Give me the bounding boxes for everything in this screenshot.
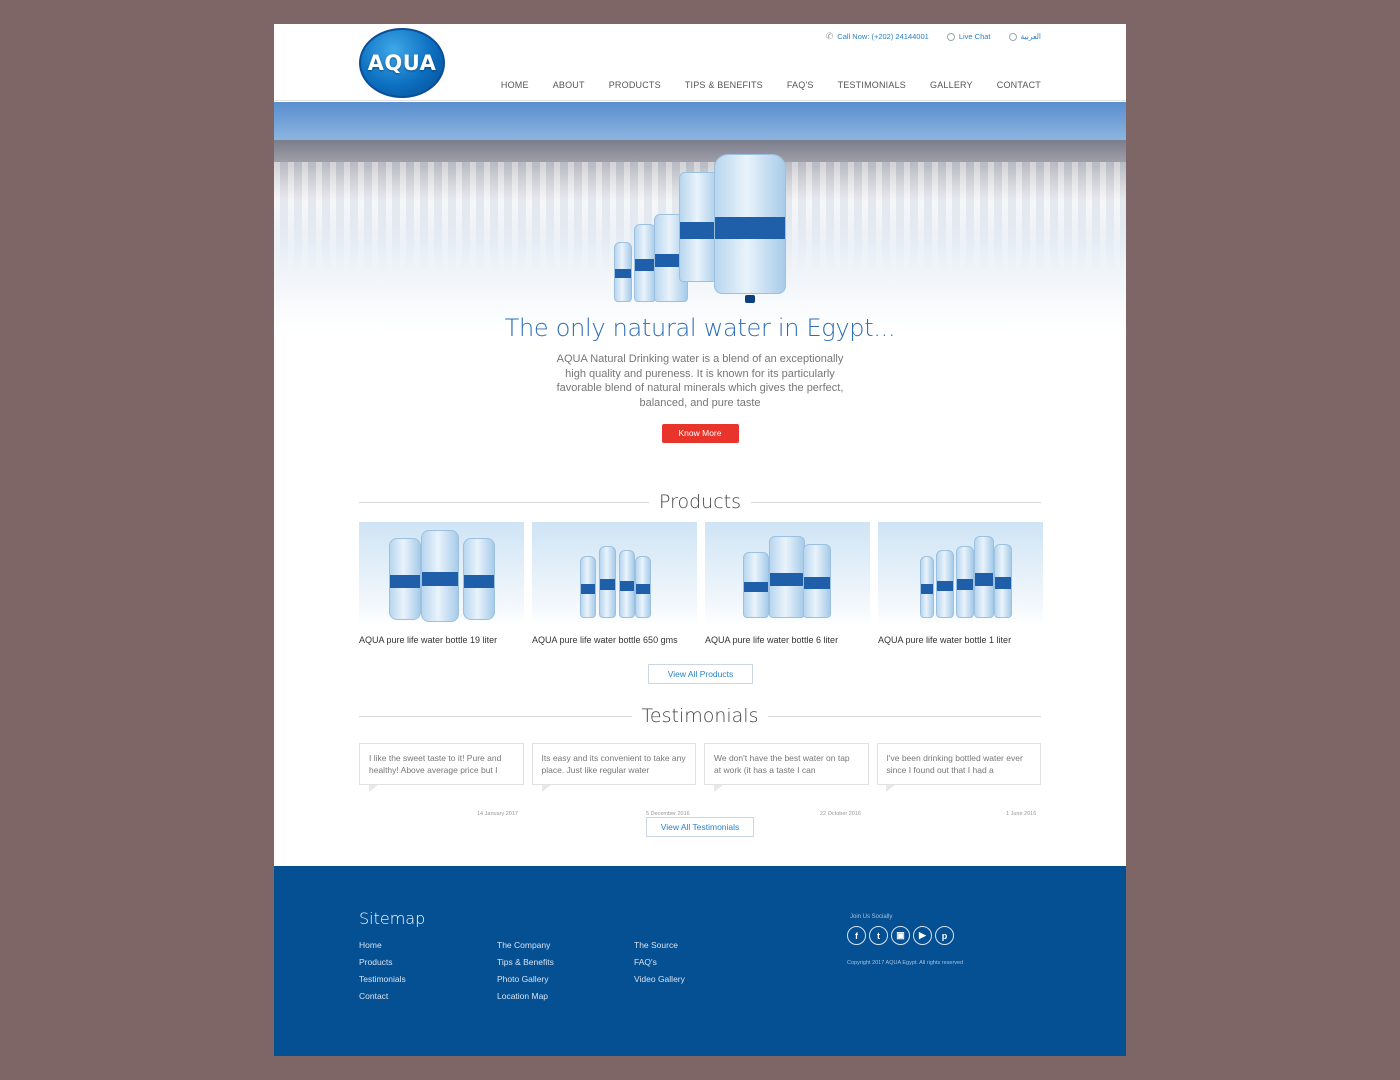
view-all-products-button[interactable]: View All Products xyxy=(648,664,753,684)
testimonial-date: 14 January 2017 xyxy=(477,811,518,817)
testimonial-date: 1 June 2016 xyxy=(1006,811,1037,817)
product-name: AQUA pure life water bottle 650 gms xyxy=(532,635,678,645)
site-header: AQUA ✆ Call Now: (+202) 24144001 Live Ch… xyxy=(274,24,1126,101)
live-chat-text: Live Chat xyxy=(958,32,991,41)
testimonial-date: 22 October 2016 xyxy=(820,811,861,817)
product-image xyxy=(359,522,524,626)
testimonial-text: We don't have the best water on tap at w… xyxy=(714,753,850,775)
testimonials-list: I like the sweet taste to it! Pure and h… xyxy=(359,743,1041,785)
speech-tail xyxy=(369,785,378,792)
footer-link-video-gallery[interactable]: Video Gallery xyxy=(634,971,685,988)
social-label: Join Us Socially xyxy=(850,914,893,920)
footer-link-testimonials[interactable]: Testimonials xyxy=(359,971,406,988)
site-footer: Sitemap Home Products Testimonials Conta… xyxy=(274,866,1126,1056)
instagram-icon[interactable]: ▣ xyxy=(891,926,910,945)
aqua-logo[interactable]: AQUA xyxy=(359,28,445,98)
sitemap-column-2: The Company Tips & Benefits Photo Galler… xyxy=(497,937,554,1005)
facebook-icon[interactable]: f xyxy=(847,926,866,945)
divider xyxy=(359,501,649,503)
footer-link-contact[interactable]: Contact xyxy=(359,988,406,1005)
divider xyxy=(768,715,1041,717)
product-card[interactable]: AQUA pure life water bottle 6 liter xyxy=(705,522,870,645)
products-list: AQUA pure life water bottle 19 liter AQU… xyxy=(359,522,1043,645)
hero-content: The only natural water in Egypt... AQUA … xyxy=(274,314,1126,443)
globe-icon xyxy=(1008,32,1017,41)
testimonials-heading: Testimonials xyxy=(641,705,759,727)
products-heading: Products xyxy=(658,491,742,513)
footer-link-location-map[interactable]: Location Map xyxy=(497,988,554,1005)
footer-link-company[interactable]: The Company xyxy=(497,937,554,954)
footer-link-source[interactable]: The Source xyxy=(634,937,685,954)
hero-description: AQUA Natural Drinking water is a blend o… xyxy=(556,353,844,409)
nav-testimonials[interactable]: TESTIMONIALS xyxy=(838,80,906,90)
phone-icon: ✆ xyxy=(825,31,834,41)
logo-text: AQUA xyxy=(367,51,437,75)
product-card[interactable]: AQUA pure life water bottle 1 liter xyxy=(878,522,1043,645)
product-card[interactable]: AQUA pure life water bottle 19 liter xyxy=(359,522,524,645)
nav-tips-benefits[interactable]: TIPS & BENEFITS xyxy=(685,80,763,90)
footer-link-photo-gallery[interactable]: Photo Gallery xyxy=(497,971,554,988)
footer-link-faqs[interactable]: FAQ's xyxy=(634,954,685,971)
hero-title: The only natural water in Egypt... xyxy=(504,314,896,342)
nav-faqs[interactable]: FAQ'S xyxy=(787,80,814,90)
footer-link-home[interactable]: Home xyxy=(359,937,406,954)
main-nav: HOME ABOUT PRODUCTS TIPS & BENEFITS FAQ'… xyxy=(501,80,1041,90)
product-image xyxy=(705,522,870,626)
product-card[interactable]: AQUA pure life water bottle 650 gms xyxy=(532,522,697,645)
live-chat-link[interactable]: Live Chat xyxy=(946,31,991,42)
speech-tail xyxy=(886,785,895,792)
hero-bottles-image xyxy=(614,152,794,303)
speech-tail xyxy=(542,785,551,792)
product-name: AQUA pure life water bottle 1 liter xyxy=(878,635,1012,645)
view-all-testimonials-button[interactable]: View All Testimonials xyxy=(646,817,754,837)
testimonial-card[interactable]: I like the sweet taste to it! Pure and h… xyxy=(359,743,524,785)
product-name: AQUA pure life water bottle 6 liter xyxy=(705,635,839,645)
footer-link-products[interactable]: Products xyxy=(359,954,406,971)
divider xyxy=(751,501,1042,503)
footer-link-tips[interactable]: Tips & Benefits xyxy=(497,954,554,971)
testimonials-heading-row: Testimonials xyxy=(359,705,1041,727)
nav-contact[interactable]: CONTACT xyxy=(997,80,1041,90)
page-canvas: AQUA ✆ Call Now: (+202) 24144001 Live Ch… xyxy=(274,24,1126,1056)
top-bar: ✆ Call Now: (+202) 24144001 Live Chat ال… xyxy=(826,31,1041,42)
speech-tail xyxy=(714,785,723,792)
sitemap-column-1: Home Products Testimonials Contact xyxy=(359,937,406,1005)
know-more-button[interactable]: Know More xyxy=(661,424,739,443)
chat-icon xyxy=(946,32,955,41)
hero-banner xyxy=(274,102,1126,332)
product-name: AQUA pure life water bottle 19 liter xyxy=(359,635,498,645)
nav-about[interactable]: ABOUT xyxy=(553,80,585,90)
sitemap-column-3: The Source FAQ's Video Gallery xyxy=(634,937,685,988)
testimonial-text: I like the sweet taste to it! Pure and h… xyxy=(369,753,502,775)
testimonial-card[interactable]: Its easy and its convenient to take any … xyxy=(531,743,696,785)
product-image xyxy=(532,522,697,626)
testimonial-text: I've been drinking bottled water ever si… xyxy=(886,753,1023,775)
social-links: f t ▣ ▶ p xyxy=(847,926,954,945)
call-now-link[interactable]: ✆ Call Now: (+202) 24144001 xyxy=(826,31,929,42)
testimonial-text: Its easy and its convenient to take any … xyxy=(541,753,686,775)
sitemap-title: Sitemap xyxy=(359,909,426,928)
divider xyxy=(359,715,632,717)
call-now-text: Call Now: (+202) 24144001 xyxy=(837,32,929,41)
youtube-icon[interactable]: ▶ xyxy=(913,926,932,945)
testimonial-card[interactable]: We don't have the best water on tap at w… xyxy=(704,743,869,785)
copyright: Copyright 2017 AQUA Egypt. All rights re… xyxy=(847,960,964,966)
testimonial-card[interactable]: I've been drinking bottled water ever si… xyxy=(876,743,1041,785)
nav-gallery[interactable]: GALLERY xyxy=(930,80,973,90)
nav-home[interactable]: HOME xyxy=(501,80,529,90)
language-text: العربية xyxy=(1020,32,1042,41)
products-heading-row: Products xyxy=(359,491,1042,513)
pinterest-icon[interactable]: p xyxy=(935,926,954,945)
product-image xyxy=(878,522,1043,626)
twitter-icon[interactable]: t xyxy=(869,926,888,945)
nav-products[interactable]: PRODUCTS xyxy=(609,80,661,90)
language-switch[interactable]: العربية xyxy=(1008,31,1042,42)
